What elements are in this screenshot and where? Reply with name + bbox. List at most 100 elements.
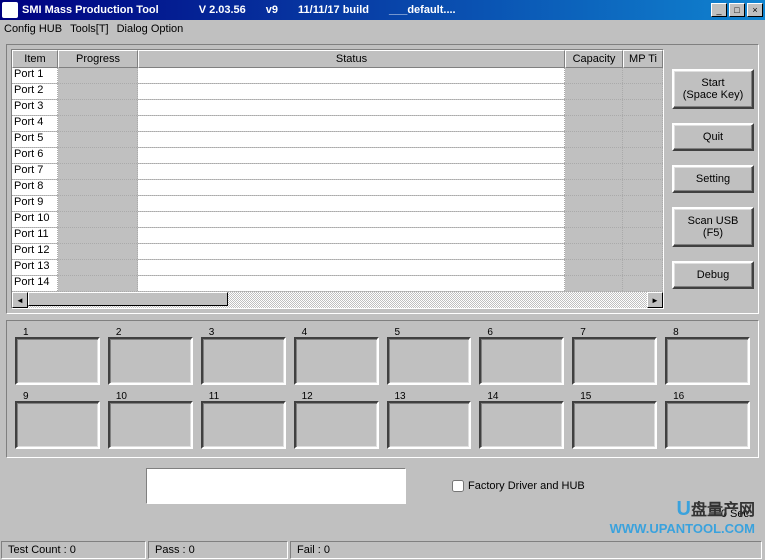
factory-checkbox[interactable]: Factory Driver and HUB [452, 480, 585, 492]
slot-label: 6 [487, 327, 493, 338]
slot-box[interactable] [665, 401, 750, 449]
minimize-button[interactable]: _ [711, 3, 727, 17]
close-button[interactable]: × [747, 3, 763, 17]
slot-label: 13 [395, 391, 406, 402]
col-item[interactable]: Item [12, 50, 58, 68]
slot-box[interactable] [387, 401, 472, 449]
slot-box[interactable] [294, 401, 379, 449]
slot-label: 1 [23, 327, 29, 338]
slot-label: 5 [395, 327, 401, 338]
port-slot-9[interactable]: 9 [15, 393, 100, 449]
slot-box[interactable] [572, 401, 657, 449]
table-row[interactable]: Port 9 [12, 196, 663, 212]
debug-button[interactable]: Debug [672, 261, 754, 289]
setting-button[interactable]: Setting [672, 165, 754, 193]
col-progress[interactable]: Progress [58, 50, 138, 68]
start-button[interactable]: Start (Space Key) [672, 69, 754, 109]
port-slot-10[interactable]: 10 [108, 393, 193, 449]
cell-mptime [623, 244, 663, 259]
table-row[interactable]: Port 6 [12, 148, 663, 164]
table-row[interactable]: Port 1 [12, 68, 663, 84]
slot-box[interactable] [201, 337, 286, 385]
cell-progress [58, 148, 138, 163]
table-row[interactable]: Port 8 [12, 180, 663, 196]
scroll-right-icon[interactable]: ► [647, 292, 663, 308]
slot-box[interactable] [479, 337, 564, 385]
port-slot-14[interactable]: 14 [479, 393, 564, 449]
slot-box[interactable] [572, 337, 657, 385]
factory-label: Factory Driver and HUB [468, 480, 585, 492]
table-row[interactable]: Port 7 [12, 164, 663, 180]
scan-usb-button[interactable]: Scan USB (F5) [672, 207, 754, 247]
slot-box[interactable] [15, 337, 100, 385]
port-slot-15[interactable]: 15 [572, 393, 657, 449]
table-row[interactable]: Port 4 [12, 116, 663, 132]
slot-box[interactable] [108, 401, 193, 449]
port-slot-3[interactable]: 3 [201, 329, 286, 385]
cell-item: Port 12 [12, 244, 58, 259]
table-row[interactable]: Port 14 [12, 276, 663, 292]
cell-item: Port 13 [12, 260, 58, 275]
table-row[interactable]: Port 5 [12, 132, 663, 148]
port-slot-16[interactable]: 16 [665, 393, 750, 449]
slot-box[interactable] [665, 337, 750, 385]
table-row[interactable]: Port 2 [12, 84, 663, 100]
port-slot-11[interactable]: 11 [201, 393, 286, 449]
cell-item: Port 5 [12, 132, 58, 147]
status-pass: Pass : 0 [148, 541, 288, 559]
cell-progress [58, 68, 138, 83]
table-row[interactable]: Port 11 [12, 228, 663, 244]
port-slot-7[interactable]: 7 [572, 329, 657, 385]
cell-item: Port 10 [12, 212, 58, 227]
port-slot-1[interactable]: 1 [15, 329, 100, 385]
slot-box[interactable] [201, 401, 286, 449]
cell-item: Port 3 [12, 100, 58, 115]
scroll-thumb[interactable] [28, 292, 228, 306]
slot-box[interactable] [15, 401, 100, 449]
col-mptime[interactable]: MP Ti [623, 50, 663, 68]
port-slot-6[interactable]: 6 [479, 329, 564, 385]
col-capacity[interactable]: Capacity [565, 50, 623, 68]
menu-config[interactable]: Config HUB [4, 23, 62, 35]
cell-capacity [565, 228, 623, 243]
cell-status [138, 100, 565, 115]
col-status[interactable]: Status [138, 50, 565, 68]
slot-box[interactable] [294, 337, 379, 385]
cell-mptime [623, 68, 663, 83]
port-slot-2[interactable]: 2 [108, 329, 193, 385]
menu-dialog[interactable]: Dialog Option [117, 23, 184, 35]
horizontal-scrollbar[interactable]: ◄ ► [12, 292, 663, 308]
factory-checkbox-input[interactable] [452, 480, 464, 492]
table-row[interactable]: Port 12 [12, 244, 663, 260]
cell-mptime [623, 164, 663, 179]
port-slot-12[interactable]: 12 [294, 393, 379, 449]
cell-status [138, 260, 565, 275]
cell-progress [58, 180, 138, 195]
profile-label: ___default.... [389, 4, 456, 16]
build-label: 11/11/17 build [298, 4, 369, 16]
scroll-left-icon[interactable]: ◄ [12, 292, 28, 308]
slot-box[interactable] [387, 337, 472, 385]
table-row[interactable]: Port 3 [12, 100, 663, 116]
slot-label: 8 [673, 327, 679, 338]
slot-box[interactable] [108, 337, 193, 385]
cell-mptime [623, 196, 663, 211]
table-row[interactable]: Port 10 [12, 212, 663, 228]
table-row[interactable]: Port 13 [12, 260, 663, 276]
slot-box[interactable] [479, 401, 564, 449]
port-slot-8[interactable]: 8 [665, 329, 750, 385]
app-title: SMI Mass Production Tool [22, 4, 159, 16]
slot-label: 4 [302, 327, 308, 338]
quit-button[interactable]: Quit [672, 123, 754, 151]
port-slot-4[interactable]: 4 [294, 329, 379, 385]
port-slot-5[interactable]: 5 [387, 329, 472, 385]
cell-status [138, 148, 565, 163]
menu-tools[interactable]: Tools[T] [70, 23, 109, 35]
cell-status [138, 84, 565, 99]
maximize-button[interactable]: □ [729, 3, 745, 17]
cell-item: Port 11 [12, 228, 58, 243]
port-slot-13[interactable]: 13 [387, 393, 472, 449]
cell-capacity [565, 68, 623, 83]
cell-item: Port 4 [12, 116, 58, 131]
cell-capacity [565, 148, 623, 163]
